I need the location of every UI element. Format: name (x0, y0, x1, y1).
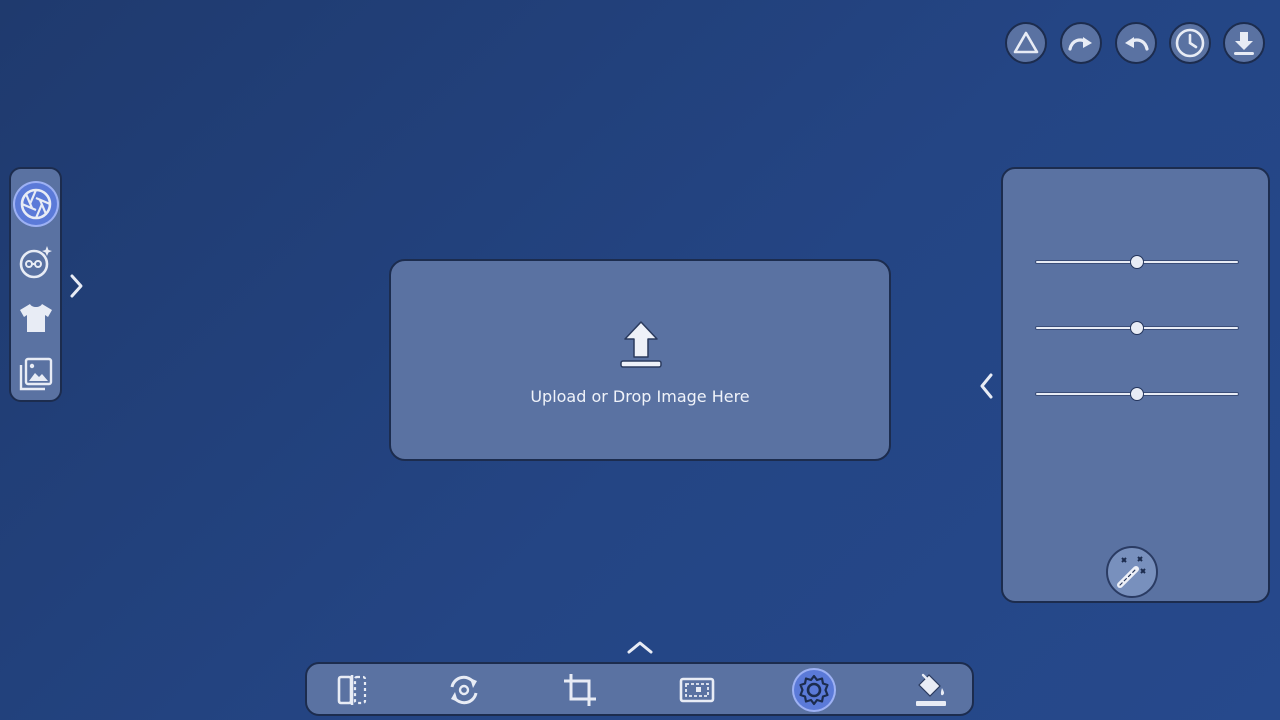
clothing-tool[interactable] (15, 297, 57, 339)
adjustments-panel (1001, 167, 1270, 603)
history-clock-icon (1174, 27, 1206, 59)
frame-icon (679, 676, 715, 704)
gallery-tool[interactable] (15, 353, 57, 395)
crop-tool[interactable] (560, 670, 600, 710)
tshirt-icon (18, 301, 54, 335)
fill-bucket-icon (913, 671, 949, 709)
download-button[interactable] (1223, 22, 1265, 64)
gallery-icon (18, 356, 54, 392)
bottom-toolbar (305, 662, 974, 716)
upload-label: Upload or Drop Image Here (530, 387, 750, 406)
undo-button[interactable] (1115, 22, 1157, 64)
slider-thumb[interactable] (1130, 321, 1144, 335)
redo-button[interactable] (1060, 22, 1102, 64)
slider-thumb[interactable] (1130, 255, 1144, 269)
upload-arrow-icon (618, 319, 664, 371)
bottom-toolbar-expand-button[interactable] (627, 637, 653, 657)
frame-tool[interactable] (677, 670, 717, 710)
chevron-right-icon (68, 273, 84, 299)
adjust-gear-icon (798, 674, 830, 706)
left-toolbar-expand-button[interactable] (64, 271, 88, 301)
download-icon (1231, 29, 1257, 57)
compare-tool[interactable] (332, 670, 372, 710)
chevron-up-icon (626, 639, 654, 655)
fill-tool[interactable] (911, 670, 951, 710)
rotate-icon (446, 673, 482, 707)
triangle-icon (1012, 29, 1040, 57)
adjustment-slider-2[interactable] (1035, 320, 1239, 336)
aperture-icon (19, 187, 53, 221)
redo-icon (1066, 30, 1096, 56)
adjustment-slider-1[interactable] (1035, 254, 1239, 270)
undo-icon (1121, 30, 1151, 56)
right-panel-collapse-button[interactable] (975, 371, 999, 401)
adjust-tool[interactable] (794, 670, 834, 710)
left-toolbar (9, 167, 62, 402)
chevron-left-icon (979, 372, 995, 400)
crop-icon (562, 672, 598, 708)
slider-thumb[interactable] (1130, 387, 1144, 401)
adjustment-slider-3[interactable] (1035, 386, 1239, 402)
upload-dropzone[interactable]: Upload or Drop Image Here (389, 259, 891, 461)
rotate-tool[interactable] (444, 670, 484, 710)
triangle-button[interactable] (1005, 22, 1047, 64)
auto-enhance-button[interactable] (1106, 546, 1158, 598)
history-button[interactable] (1169, 22, 1211, 64)
face-retouch-tool[interactable] (15, 241, 57, 283)
face-retouch-icon (18, 244, 54, 280)
aperture-tool[interactable] (15, 183, 57, 225)
magic-wand-icon (1114, 554, 1150, 590)
compare-icon (336, 673, 368, 707)
